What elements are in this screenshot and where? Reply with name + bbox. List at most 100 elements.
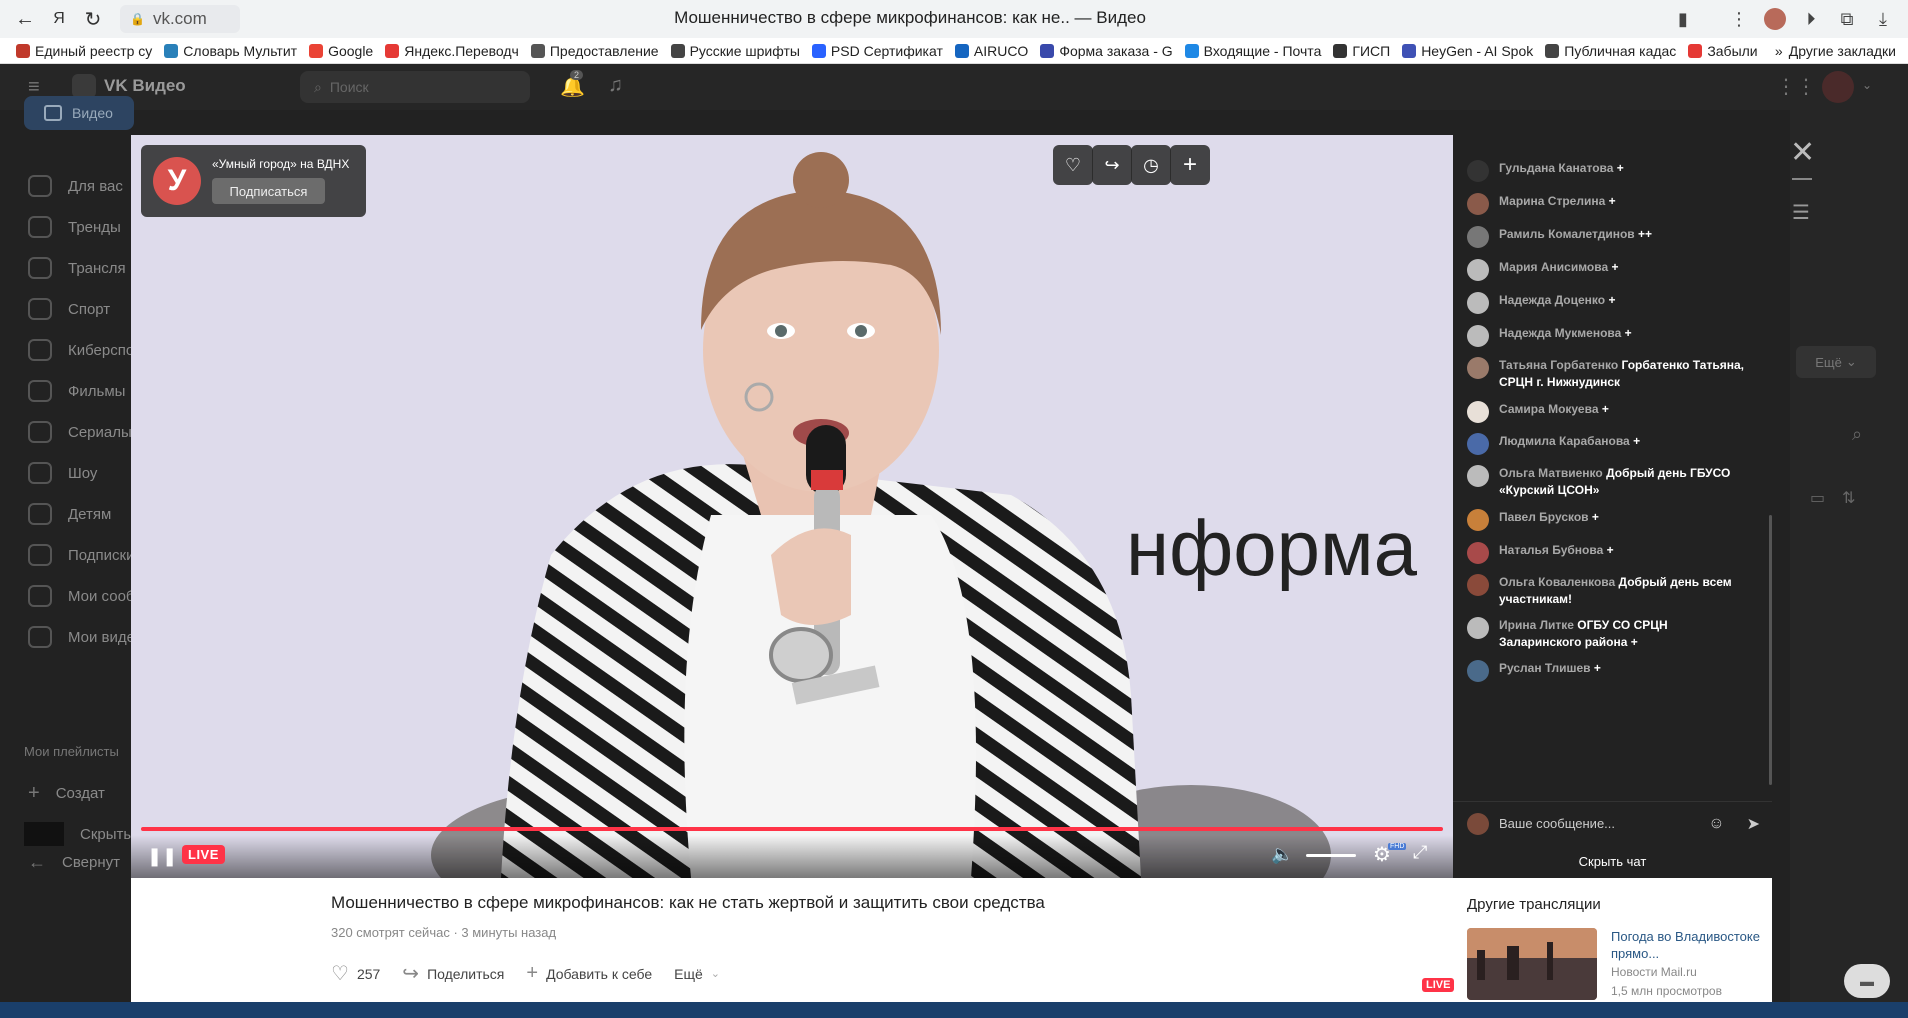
sidebar-item[interactable]: Спорт — [28, 298, 110, 320]
chat-avatar[interactable] — [1467, 325, 1489, 347]
chat-avatar[interactable] — [1467, 259, 1489, 281]
bookmark-item[interactable]: Форма заказа - G — [1034, 43, 1178, 59]
sidebar-item[interactable]: Для вас — [28, 175, 123, 197]
other-stream-title[interactable]: Погода во Владивостоке прямо... — [1611, 928, 1761, 962]
like-button[interactable]: ♡ 257 — [331, 961, 380, 986]
chat-avatar[interactable] — [1467, 401, 1489, 423]
add-to-me-button[interactable]: + Добавить к себе — [526, 962, 652, 985]
yandex-icon[interactable]: Я — [42, 2, 76, 36]
music-icon[interactable]: ♫ — [608, 74, 623, 97]
chat-avatar[interactable] — [1467, 617, 1489, 639]
chat-avatar[interactable] — [1467, 160, 1489, 182]
bookmark-item[interactable]: Входящие - Почта — [1179, 43, 1328, 59]
bookmark-item[interactable]: Русские шрифты — [665, 43, 806, 59]
bookmark-item[interactable]: Публичная кадас — [1539, 43, 1682, 59]
sidebar-item[interactable]: Мои виде — [28, 626, 135, 648]
sidebar-item[interactable]: Подписки — [28, 544, 135, 566]
more-icon[interactable]: ⋮ — [1726, 6, 1752, 32]
chat-author[interactable]: Ольга Коваленкова — [1499, 575, 1615, 589]
sidebar-item[interactable]: Детям — [28, 503, 111, 525]
bookmark-item[interactable]: AIRUCO — [949, 43, 1034, 59]
bookmark-item[interactable]: Словарь Мультит — [158, 43, 303, 59]
back-icon[interactable]: ← — [8, 2, 42, 36]
bookmark-item[interactable]: Забыли — [1682, 43, 1763, 59]
bookmark-icon[interactable]: ▮ — [1670, 6, 1696, 32]
bookmark-item[interactable]: HeyGen - AI Spok — [1396, 43, 1539, 59]
chat-avatar[interactable] — [1467, 465, 1489, 487]
add-overlay-button[interactable]: + — [1170, 145, 1210, 185]
search-input[interactable]: ⌕ Поиск — [300, 71, 530, 103]
sidebar-item[interactable]: Киберспо — [28, 339, 134, 361]
playlist-icon[interactable]: ☰ — [1792, 200, 1810, 225]
fullscreen-icon[interactable]: ⤢ — [1413, 842, 1427, 863]
extensions-icon[interactable]: ⧉ — [1834, 6, 1860, 32]
chat-author[interactable]: Гульдана Канатова — [1499, 161, 1613, 175]
sort-icon[interactable]: ⇅ — [1842, 488, 1855, 508]
chat-author[interactable]: Павел Брусков — [1499, 510, 1589, 524]
chat-avatar[interactable] — [1467, 660, 1489, 682]
chat-avatar[interactable] — [1467, 542, 1489, 564]
bookmark-item[interactable]: PSD Сертификат — [806, 43, 949, 59]
sidebar-collapse[interactable]: ← Свернут — [28, 852, 120, 873]
chat-author[interactable]: Татьяна Горбатенко — [1499, 358, 1618, 372]
bookmark-item[interactable]: Яндекс.Переводч — [379, 43, 525, 59]
sidebar-hidden[interactable]: Скрыты — [24, 822, 134, 846]
apps-icon[interactable]: ⋮⋮ — [1776, 74, 1816, 99]
download-icon[interactable]: ⤓ — [1870, 6, 1896, 32]
close-icon[interactable]: ✕ — [1790, 135, 1815, 170]
other-stream-source[interactable]: Новости Mail.ru — [1611, 965, 1697, 979]
chevron-down-icon[interactable]: ⌄ — [1862, 78, 1872, 92]
chat-author[interactable]: Наталья Бубнова — [1499, 543, 1603, 557]
channel-avatar[interactable]: У — [153, 157, 201, 205]
address-bar[interactable]: 🔒 vk.com — [120, 5, 240, 33]
more-dropdown[interactable]: Ещё ⌄ — [1796, 346, 1876, 378]
share-button[interactable]: ↪ Поделиться — [402, 961, 504, 986]
more-button[interactable]: Ещё ⌄ — [674, 966, 720, 982]
bookmark-item[interactable]: Единый реестр су — [10, 43, 158, 59]
chat-input[interactable]: Ваше сообщение... ☺ ➤ — [1453, 801, 1772, 845]
hide-chat-button[interactable]: Скрыть чат — [1453, 845, 1772, 878]
chat-author[interactable]: Ольга Матвиенко — [1499, 466, 1603, 480]
subscribe-button[interactable]: Подписаться — [212, 178, 325, 204]
sidebar-item[interactable]: Сериалы — [28, 421, 132, 443]
sidebar-create[interactable]: + Создат — [28, 782, 105, 805]
chat-author[interactable]: Самира Мокуева — [1499, 402, 1599, 416]
chat-scrollbar[interactable] — [1769, 515, 1772, 785]
chat-author[interactable]: Рамиль Комалетдинов — [1499, 227, 1635, 241]
minimize-icon[interactable] — [1792, 178, 1812, 180]
chat-author[interactable]: Руслан Тлишев — [1499, 661, 1591, 675]
chat-avatar[interactable] — [1467, 357, 1489, 379]
volume-slider[interactable] — [1306, 854, 1356, 857]
chat-author[interactable]: Надежда Доценко — [1499, 293, 1605, 307]
chat-author[interactable]: Ирина Литке — [1499, 618, 1574, 632]
chat-author[interactable]: Мария Анисимова — [1499, 260, 1608, 274]
bookmark-item[interactable]: Google — [303, 43, 379, 59]
chat-avatar[interactable] — [1467, 193, 1489, 215]
user-avatar[interactable] — [1822, 71, 1854, 103]
feedback-button[interactable]: ▬ — [1844, 964, 1890, 998]
chat-avatar[interactable] — [1467, 509, 1489, 531]
chat-avatar[interactable] — [1467, 292, 1489, 314]
media-icon[interactable]: ⏵ — [1798, 6, 1824, 32]
emoji-icon[interactable]: ☺ — [1708, 815, 1724, 833]
live-badge[interactable]: LIVE — [182, 845, 225, 864]
watch-later-button[interactable]: ◷ — [1131, 145, 1171, 185]
channel-name[interactable]: «Умный город» на ВДНХ — [212, 157, 349, 171]
sidebar-item[interactable]: Шоу — [28, 462, 97, 484]
bookmark-item[interactable]: ГИСП — [1327, 43, 1396, 59]
video-player[interactable]: нформа У «Умный город» на ВДНХ Подписать… — [131, 135, 1453, 878]
other-stream-thumbnail[interactable] — [1467, 928, 1597, 1000]
profile-avatar[interactable] — [1762, 6, 1788, 32]
chat-list[interactable]: Гульдана Канатова + Марина Стрелина + Рами… — [1453, 135, 1772, 801]
pause-icon[interactable]: ❚❚ — [147, 846, 177, 867]
bookmark-item[interactable]: Предоставление — [525, 43, 665, 59]
search-icon[interactable]: ⌕ — [1852, 424, 1862, 445]
like-overlay-button[interactable]: ♡ — [1053, 145, 1093, 185]
other-bookmarks[interactable]: » Другие закладки — [1775, 43, 1896, 59]
chat-bubble-icon[interactable]: ▭ — [1810, 488, 1825, 508]
reload-icon[interactable]: ↻ — [76, 2, 110, 36]
sidebar-item[interactable]: Фильмы — [28, 380, 125, 402]
chat-avatar[interactable] — [1467, 574, 1489, 596]
vk-logo[interactable]: VK Видео — [72, 74, 186, 98]
share-overlay-button[interactable]: ↪ — [1092, 145, 1132, 185]
